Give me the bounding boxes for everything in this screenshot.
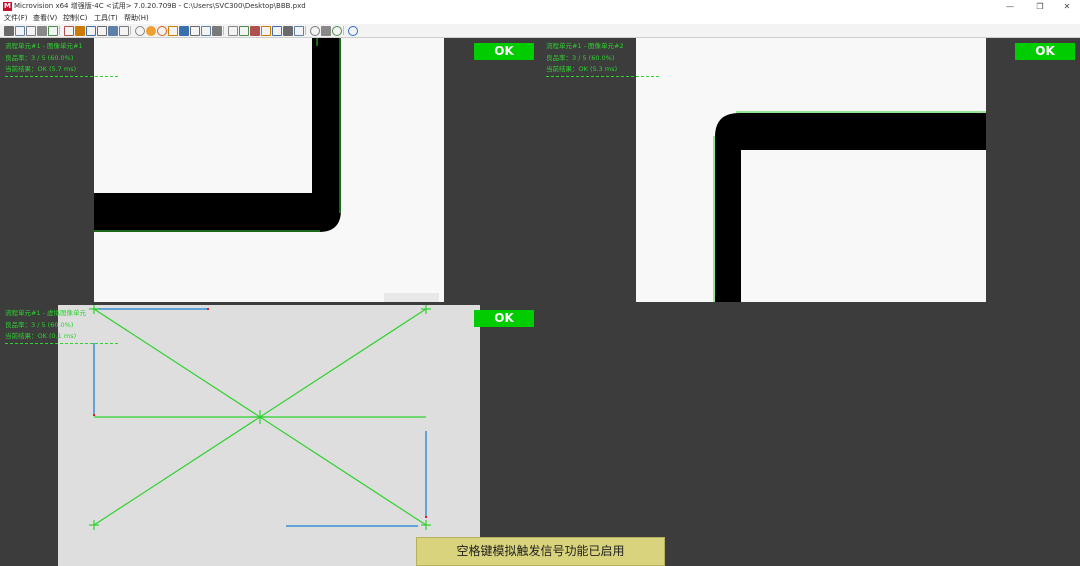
cog-icon[interactable] bbox=[332, 26, 342, 36]
menu-view[interactable]: 查看(V) bbox=[33, 14, 57, 23]
info-divider bbox=[546, 76, 659, 77]
image-pane-2[interactable]: OK 流程单元#1 - 图像单元#2 良品率：3 / 5 (60.0%) 当前结… bbox=[541, 38, 1080, 302]
pane-info: 流程单元#1 - 虚拟图像单元 良品率：3 / 5 (60.0%) 当前结果：O… bbox=[5, 308, 86, 343]
gear-icon[interactable] bbox=[310, 26, 320, 36]
trigger-notification: 空格键模拟触发信号功能已启用 bbox=[416, 537, 665, 566]
color-icon[interactable] bbox=[201, 26, 211, 36]
image-pane-4[interactable] bbox=[541, 305, 1080, 566]
roi-icon[interactable] bbox=[168, 26, 178, 36]
process-unit-label: 流程单元#1 - 虚拟图像单元 bbox=[5, 309, 87, 317]
yield-rate-label: 良品率：3 / 5 (60.0%) bbox=[5, 53, 74, 62]
pin-icon[interactable] bbox=[321, 26, 331, 36]
ok-status-badge: OK bbox=[474, 310, 534, 327]
menu-help[interactable]: 帮助(H) bbox=[124, 14, 149, 23]
open-icon[interactable] bbox=[15, 26, 25, 36]
info-divider bbox=[5, 76, 118, 77]
stop-icon[interactable] bbox=[157, 26, 167, 36]
save-as-icon[interactable] bbox=[37, 26, 47, 36]
disk-icon[interactable] bbox=[294, 26, 304, 36]
pane-info: 流程单元#1 - 图像单元#2 良品率：3 / 5 (60.0%) 当前结果：O… bbox=[546, 41, 624, 76]
menu-file[interactable]: 文件(F) bbox=[4, 14, 28, 23]
save-icon[interactable] bbox=[26, 26, 36, 36]
screenshot-icon[interactable] bbox=[272, 26, 282, 36]
minimize-button[interactable]: — bbox=[995, 0, 1025, 13]
info-divider bbox=[5, 343, 118, 344]
menu-control[interactable]: 控制(C) bbox=[63, 14, 87, 23]
tool-icon[interactable] bbox=[212, 26, 222, 36]
measurement-overlay bbox=[89, 305, 431, 530]
ok-status-badge: OK bbox=[474, 43, 534, 60]
toolbar bbox=[0, 24, 1080, 38]
toolbar-separator bbox=[59, 26, 60, 35]
image-pane-1[interactable]: OK 流程单元#1 - 图像单元#1 良品率：3 / 5 (60.0%) 当前结… bbox=[0, 38, 538, 302]
camera-icon[interactable] bbox=[179, 26, 189, 36]
info-icon[interactable] bbox=[348, 26, 358, 36]
crosshair-icon[interactable] bbox=[119, 26, 129, 36]
toolbar-separator bbox=[305, 26, 306, 35]
close-button[interactable]: ✕ bbox=[1052, 0, 1080, 13]
zoom-out-icon[interactable] bbox=[75, 26, 85, 36]
window-title: Microvision x64 增强版-4C <试用> 7.0.20.709B … bbox=[14, 2, 306, 10]
zoom-fit-icon[interactable] bbox=[86, 26, 96, 36]
grid-icon[interactable] bbox=[261, 26, 271, 36]
menu-bar: 文件(F) 查看(V) 控制(C) 工具(T) 帮助(H) bbox=[0, 13, 1080, 24]
menu-tools[interactable]: 工具(T) bbox=[94, 14, 118, 23]
title-bar: M Microvision x64 增强版-4C <试用> 7.0.20.709… bbox=[0, 0, 1080, 13]
export-icon[interactable] bbox=[283, 26, 293, 36]
pause-icon[interactable] bbox=[146, 26, 156, 36]
app-logo-icon: M bbox=[3, 2, 12, 11]
pane-info: 流程单元#1 - 图像单元#1 良品率：3 / 5 (60.0%) 当前结果：O… bbox=[5, 41, 83, 76]
camera-image-2 bbox=[636, 38, 986, 302]
zoom-actual-icon[interactable] bbox=[97, 26, 107, 36]
current-result-label: 当前结果：OK (0.1 ms) bbox=[5, 332, 77, 340]
current-result-label: 当前结果：OK (5.3 ms) bbox=[546, 65, 618, 73]
toolbar-separator bbox=[130, 26, 131, 35]
image-pane-3[interactable]: OK 流程单元#1 - 虚拟图像单元 良品率：3 / 5 (60.0%) 当前结… bbox=[0, 305, 538, 566]
virtual-image bbox=[58, 305, 480, 566]
restore-button[interactable]: ❐ bbox=[1025, 0, 1055, 13]
yield-rate-label: 良品率：3 / 5 (60.0%) bbox=[5, 320, 74, 329]
current-result-label: 当前结果：OK (5.7 ms) bbox=[5, 65, 77, 73]
image-icon[interactable] bbox=[190, 26, 200, 36]
play-icon[interactable] bbox=[135, 26, 145, 36]
print-icon[interactable] bbox=[48, 26, 58, 36]
layers-icon[interactable] bbox=[250, 26, 260, 36]
process-unit-label: 流程单元#1 - 图像单元#1 bbox=[5, 42, 83, 50]
zoom-in-icon[interactable] bbox=[64, 26, 74, 36]
toolbar-separator bbox=[343, 26, 344, 35]
toolbar-separator bbox=[223, 26, 224, 35]
settings-icon[interactable] bbox=[239, 26, 249, 36]
process-unit-label: 流程单元#1 - 图像单元#2 bbox=[546, 42, 624, 50]
ok-status-badge: OK bbox=[1015, 43, 1075, 60]
camera-image-1 bbox=[94, 38, 444, 302]
view-icon[interactable] bbox=[108, 26, 118, 36]
yield-rate-label: 良品率：3 / 5 (60.0%) bbox=[546, 53, 615, 62]
printer-icon[interactable] bbox=[228, 26, 238, 36]
new-icon[interactable] bbox=[4, 26, 14, 36]
